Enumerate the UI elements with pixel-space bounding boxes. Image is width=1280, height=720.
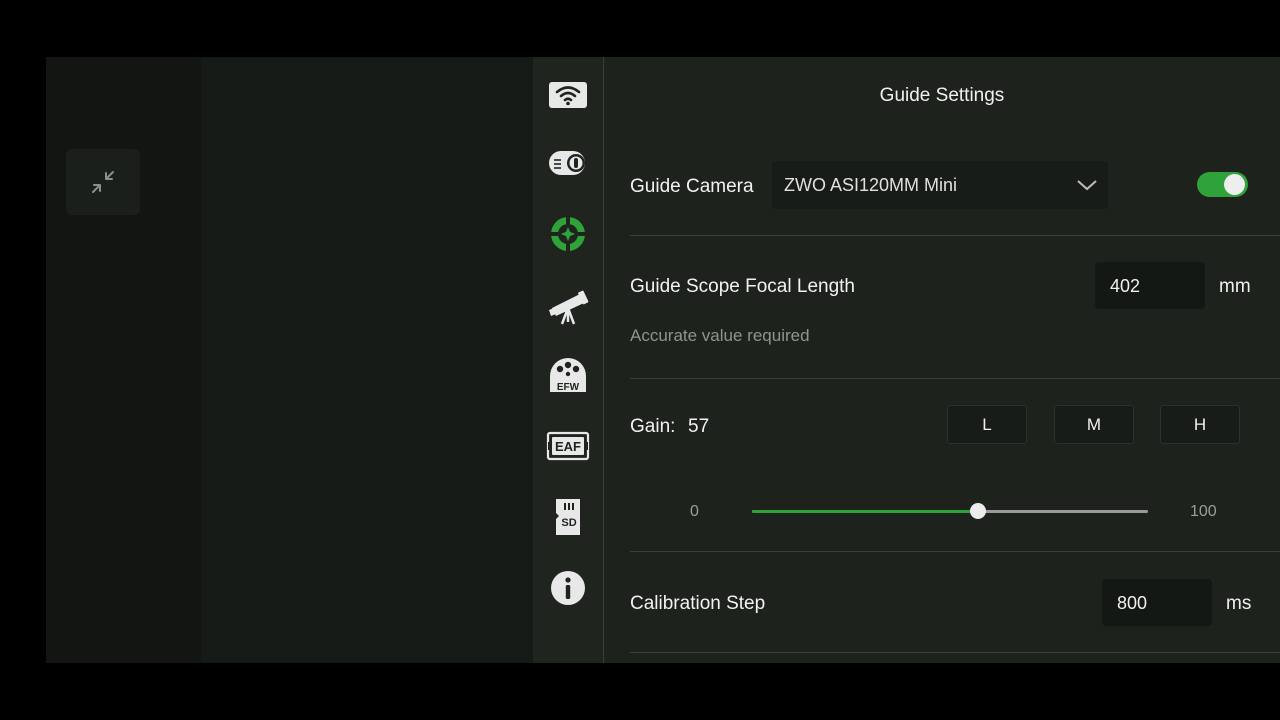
camera-icon xyxy=(549,151,585,175)
focal-length-unit: mm xyxy=(1219,276,1251,297)
sd-text: SD xyxy=(561,517,576,529)
gain-slider-fill xyxy=(752,510,978,513)
collapse-icon xyxy=(92,171,114,193)
gain-slider[interactable] xyxy=(752,503,1148,519)
preview-edge xyxy=(46,57,201,663)
focal-length-label: Guide Scope Focal Length xyxy=(630,276,855,297)
gain-high-button[interactable]: H xyxy=(1160,405,1240,444)
gain-value: 57 xyxy=(688,416,710,437)
calibration-step-input[interactable]: 800 xyxy=(1102,579,1212,626)
gain-low-button[interactable]: L xyxy=(947,405,1027,444)
guide-settings-button[interactable] xyxy=(544,210,592,258)
eaf-settings-button[interactable]: EAF xyxy=(544,422,592,470)
divider xyxy=(630,652,1280,653)
gain-min-label: 0 xyxy=(690,503,699,520)
focal-length-hint: Accurate value required xyxy=(630,326,810,345)
preview-area xyxy=(201,57,533,663)
guide-camera-toggle[interactable] xyxy=(1197,172,1248,197)
focal-length-value: 402 xyxy=(1110,276,1141,296)
efw-text: EFW xyxy=(557,382,580,393)
wifi-settings-button[interactable] xyxy=(544,71,592,119)
divider xyxy=(630,235,1280,236)
guide-camera-select[interactable]: ZWO ASI120MM Mini xyxy=(772,161,1108,209)
eaf-text: EAF xyxy=(555,439,581,454)
calibration-step-value: 800 xyxy=(1117,593,1148,613)
info-icon xyxy=(551,571,585,605)
settings-rail: EFW EAF SD xyxy=(533,57,604,663)
gain-max-label: 100 xyxy=(1190,503,1217,520)
chevron-down-icon xyxy=(1077,180,1097,191)
guide-camera-label: Guide Camera xyxy=(630,176,754,197)
app-window: EFW EAF SD Guide Settings Guide Camera Z… xyxy=(46,57,1280,663)
sd-card-icon: SD xyxy=(556,499,580,535)
focal-length-input[interactable]: 402 xyxy=(1095,262,1205,309)
toggle-knob xyxy=(1224,174,1245,195)
guide-settings-panel: Guide Settings Guide Camera ZWO ASI120MM… xyxy=(604,57,1280,663)
guide-camera-value: ZWO ASI120MM Mini xyxy=(784,175,958,195)
collapse-button[interactable] xyxy=(66,149,140,215)
calibration-step-unit: ms xyxy=(1226,593,1252,614)
focuser-icon: EAF xyxy=(546,431,590,461)
gain-medium-button[interactable]: M xyxy=(1054,405,1134,444)
telescope-icon xyxy=(549,290,589,325)
wifi-icon xyxy=(549,82,587,108)
gain-slider-thumb[interactable] xyxy=(969,503,986,519)
divider xyxy=(630,378,1280,379)
calibration-step-label: Calibration Step xyxy=(630,593,766,614)
guide-target-icon xyxy=(550,216,586,252)
telescope-settings-button[interactable] xyxy=(544,282,592,330)
efw-settings-button[interactable]: EFW xyxy=(544,352,592,400)
main-camera-settings-button[interactable] xyxy=(544,139,592,187)
panel-title: Guide Settings xyxy=(879,85,1005,106)
info-button[interactable] xyxy=(544,564,592,612)
divider xyxy=(630,551,1280,552)
sd-card-settings-button[interactable]: SD xyxy=(544,493,592,541)
gain-label: Gain: xyxy=(630,416,676,437)
filter-wheel-icon: EFW xyxy=(550,358,586,393)
